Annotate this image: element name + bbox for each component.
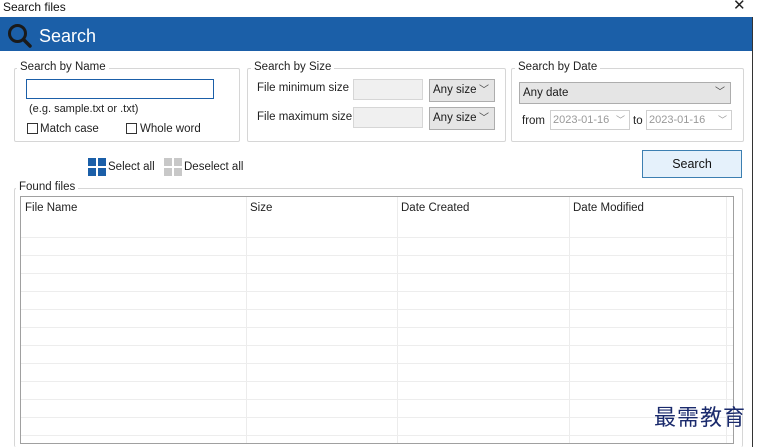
window-edge	[752, 17, 753, 447]
whole-word-label: Whole word	[140, 123, 201, 135]
search-by-size-legend: Search by Size	[251, 61, 335, 73]
chevron-down-icon: ﹀	[479, 85, 489, 96]
date-range-value: Any date	[523, 87, 569, 99]
match-case-label: Match case	[40, 123, 99, 135]
column-header-size[interactable]: Size	[250, 202, 272, 214]
search-by-name-legend: Search by Name	[17, 61, 109, 73]
found-files-legend: Found files	[16, 181, 79, 193]
date-from-label: from	[522, 115, 545, 127]
search-icon	[8, 24, 32, 48]
date-to-value: 2023-01-16	[649, 114, 706, 126]
match-case-checkbox[interactable]	[27, 123, 38, 134]
chevron-down-icon: ﹀	[479, 113, 489, 124]
select-all-label: Select all	[108, 161, 155, 173]
file-name-input[interactable]	[26, 79, 214, 99]
close-icon[interactable]: ✕	[733, 0, 747, 13]
column-header-date-created[interactable]: Date Created	[401, 202, 469, 214]
search-button[interactable]: Search	[642, 150, 742, 178]
min-size-input[interactable]	[353, 79, 423, 100]
deselect-all-label: Deselect all	[184, 161, 244, 173]
column-header-date-modified[interactable]: Date Modified	[573, 202, 644, 214]
search-by-date-group	[511, 68, 744, 142]
search-by-date-legend: Search by Date	[515, 61, 601, 73]
watermark: 最需教育	[654, 406, 747, 431]
date-from-value: 2023-01-16	[553, 114, 610, 126]
column-header-file-name[interactable]: File Name	[25, 202, 77, 214]
deselect-all-icon	[164, 158, 182, 176]
min-size-unit-select[interactable]: Any size ﹀	[429, 79, 495, 102]
search-banner	[0, 17, 752, 51]
max-size-unit-value: Any size	[433, 112, 477, 124]
banner-title: Search	[39, 26, 97, 46]
window-title: Search files	[3, 0, 66, 14]
date-to-picker[interactable]: 2023-01-16 ﹀	[646, 110, 732, 130]
chevron-down-icon: ﹀	[715, 87, 725, 98]
select-all-icon	[88, 158, 106, 176]
date-from-picker[interactable]: 2023-01-16 ﹀	[550, 110, 630, 130]
max-size-label: File maximum size	[257, 111, 353, 123]
chevron-down-icon: ﹀	[717, 115, 727, 125]
min-size-unit-value: Any size	[433, 84, 477, 96]
whole-word-checkbox[interactable]	[126, 123, 137, 134]
max-size-input[interactable]	[353, 107, 423, 128]
date-range-select[interactable]: Any date ﹀	[519, 82, 731, 104]
chevron-down-icon: ﹀	[615, 115, 625, 125]
max-size-unit-select[interactable]: Any size ﹀	[429, 107, 495, 130]
date-to-label: to	[633, 115, 643, 127]
name-hint: (e.g. sample.txt or .txt)	[29, 103, 139, 115]
results-table[interactable]: File Name Size Date Created Date Modifie…	[20, 196, 734, 444]
min-size-label: File minimum size	[257, 82, 350, 94]
